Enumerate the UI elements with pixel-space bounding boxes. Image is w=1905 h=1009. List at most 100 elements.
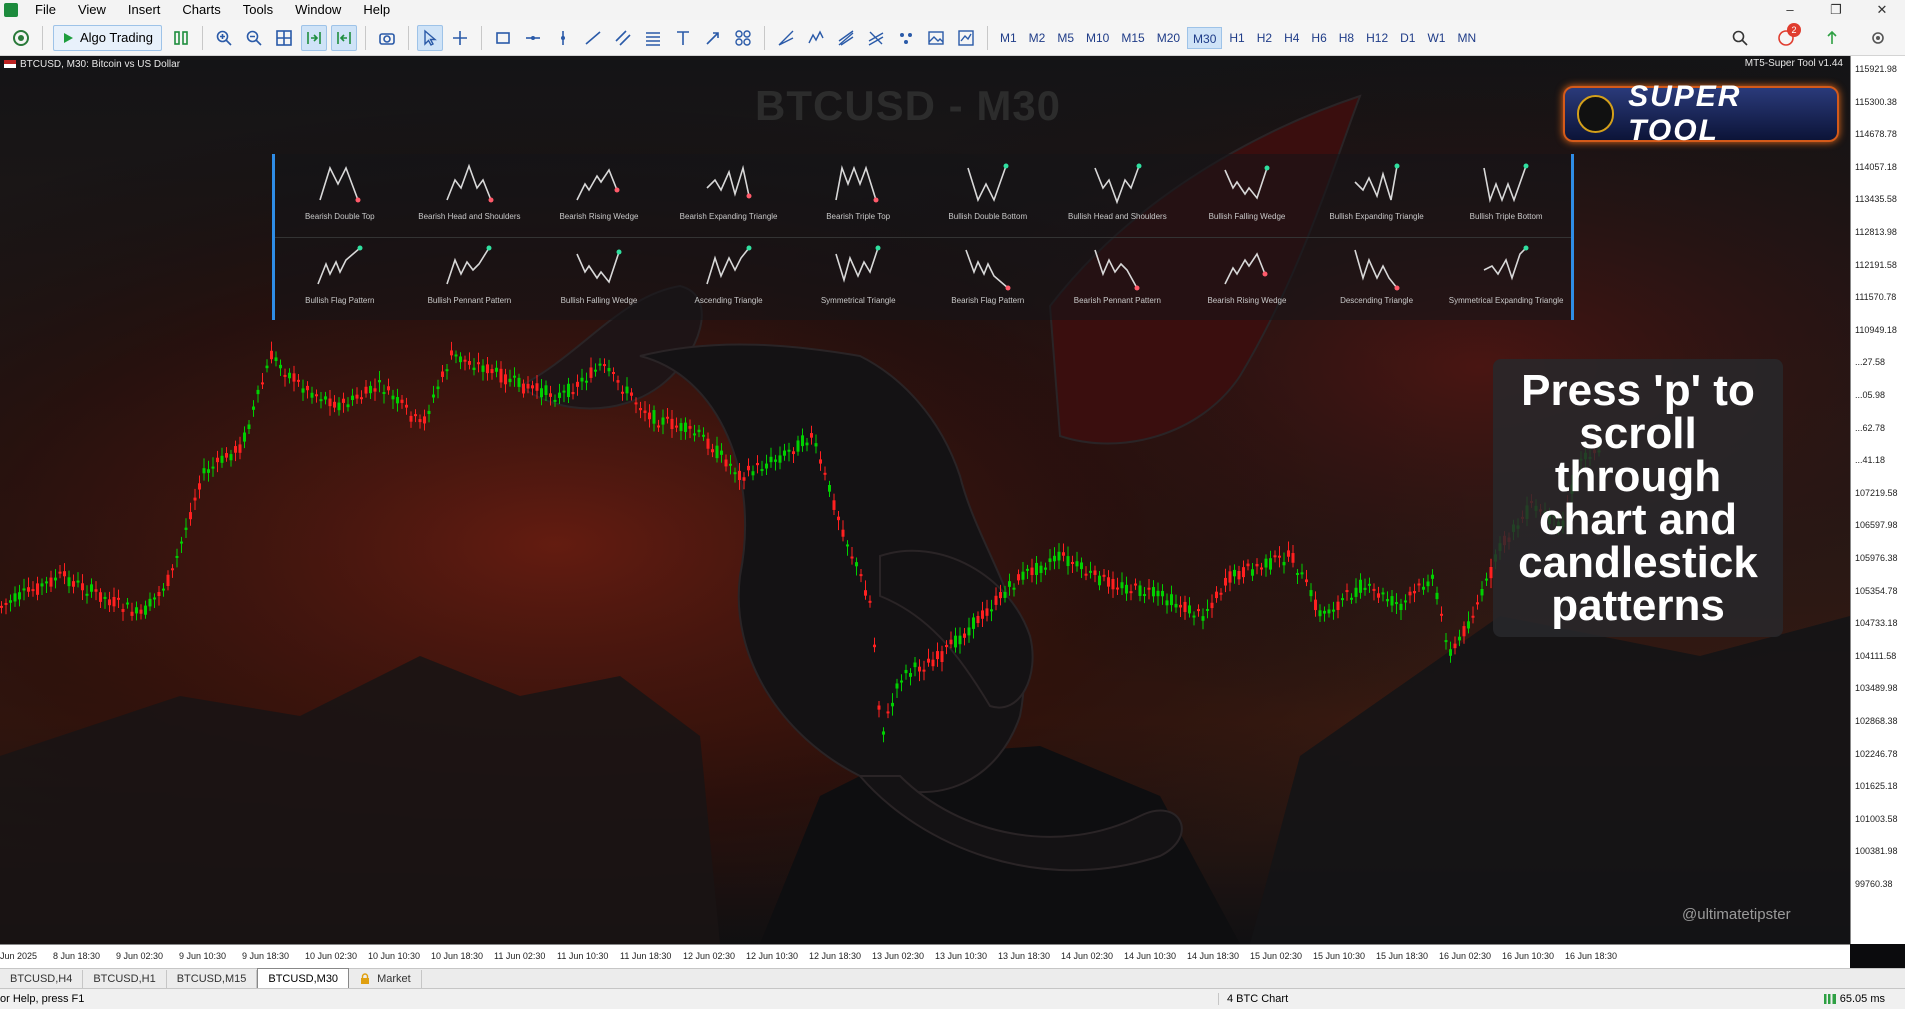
image-tool-icon[interactable] xyxy=(923,25,949,51)
tf-d1[interactable]: D1 xyxy=(1395,27,1420,49)
community-icon[interactable] xyxy=(8,25,34,51)
candle-body xyxy=(1012,587,1016,590)
pattern-expanding-triangle-bull[interactable]: Bullish Expanding Triangle xyxy=(1312,154,1442,236)
pattern-expanding-triangle[interactable]: Bearish Expanding Triangle xyxy=(664,154,794,236)
tf-h8[interactable]: H8 xyxy=(1334,27,1359,49)
tf-m30[interactable]: M30 xyxy=(1187,26,1223,49)
tab-btcusd-m15[interactable]: BTCUSD,M15 xyxy=(167,970,258,988)
tab-btcusd-h1[interactable]: BTCUSD,H1 xyxy=(83,970,167,988)
one-click-trading-icon[interactable] xyxy=(168,25,194,51)
pattern-bull-flag[interactable]: Bullish Flag Pattern xyxy=(275,238,405,320)
price-axis[interactable]: 115921.98 115300.38 114678.78 114057.18 1134… xyxy=(1850,56,1905,944)
time-tick: 12 Jun 10:30 xyxy=(746,951,799,961)
signal-strength-icon[interactable] xyxy=(1819,25,1845,51)
tf-m5[interactable]: M5 xyxy=(1052,27,1079,49)
candle-body xyxy=(1071,561,1074,564)
zoom-in-icon[interactable] xyxy=(211,25,237,51)
pattern-double-bottom[interactable]: Bullish Double Bottom xyxy=(923,154,1053,236)
pattern-ascending-triangle[interactable]: Ascending Triangle xyxy=(664,238,794,320)
pattern-sym-expanding[interactable]: Symmetrical Expanding Triangle xyxy=(1441,238,1571,320)
tile-windows-icon[interactable] xyxy=(271,25,297,51)
notifications-icon[interactable]: 2 xyxy=(1773,23,1801,51)
zoom-out-icon[interactable] xyxy=(241,25,267,51)
tf-m20[interactable]: M20 xyxy=(1152,27,1185,49)
pattern-rising-wedge[interactable]: Bearish Rising Wedge xyxy=(1182,238,1312,320)
menu-window[interactable]: Window xyxy=(284,0,352,20)
horizontal-line-icon[interactable] xyxy=(520,25,546,51)
candle-body xyxy=(1368,583,1371,586)
menu-insert[interactable]: Insert xyxy=(117,0,172,20)
pattern-triple-bottom[interactable]: Bullish Triple Bottom xyxy=(1441,154,1571,236)
chart-window[interactable]: BTCUSD, M30: Bitcoin vs US Dollar MT5-Su… xyxy=(0,56,1905,968)
channel-icon[interactable] xyxy=(610,25,636,51)
tf-m1[interactable]: M1 xyxy=(995,27,1022,49)
objects-list-icon[interactable] xyxy=(893,25,919,51)
candle-body xyxy=(234,446,237,453)
time-tick: 11 Jun 02:30 xyxy=(494,951,546,961)
pattern-symmetrical-triangle[interactable]: Symmetrical Triangle xyxy=(793,238,923,320)
minimize-icon[interactable]: – xyxy=(1767,0,1813,20)
tab-btcusd-h4[interactable]: BTCUSD,H4 xyxy=(0,970,84,988)
rectangle-tool-icon[interactable] xyxy=(490,25,516,51)
price-tick: 104733.18 xyxy=(1855,618,1898,629)
menu-charts[interactable]: Charts xyxy=(171,0,231,20)
auto-scroll-icon[interactable] xyxy=(331,24,357,51)
pattern-falling-wedge[interactable]: Bullish Falling Wedge xyxy=(534,238,664,320)
menu-file[interactable]: File xyxy=(24,0,67,20)
gann-line-icon[interactable] xyxy=(773,25,799,51)
tf-h6[interactable]: H6 xyxy=(1306,27,1331,49)
menu-tools[interactable]: Tools xyxy=(232,0,284,20)
regression-channel-icon[interactable] xyxy=(863,25,889,51)
tf-m10[interactable]: M10 xyxy=(1081,27,1114,49)
tf-h1[interactable]: H1 xyxy=(1224,27,1249,49)
indicators-icon[interactable] xyxy=(953,25,979,51)
tf-m2[interactable]: M2 xyxy=(1024,27,1051,49)
pattern-head-shoulders[interactable]: Bearish Head and Shoulders xyxy=(405,154,535,236)
tf-h4[interactable]: H4 xyxy=(1279,27,1304,49)
tf-mn[interactable]: MN xyxy=(1452,27,1481,49)
arrow-tool-icon[interactable] xyxy=(700,25,726,51)
candle-body xyxy=(949,639,953,645)
candle-body xyxy=(1120,582,1124,589)
pattern-double-top-icon xyxy=(319,165,361,203)
restore-icon[interactable]: ❐ xyxy=(1813,0,1859,20)
cursor-icon[interactable] xyxy=(417,24,443,51)
pattern-inv-head-shoulders[interactable]: Bullish Head and Shoulders xyxy=(1053,154,1183,236)
algo-trading-button[interactable]: Algo Trading xyxy=(53,24,162,51)
pattern-bear-pennant[interactable]: Bearish Pennant Pattern xyxy=(1053,238,1183,320)
pattern-rising-wedge[interactable]: Bearish Rising Wedge xyxy=(534,154,664,236)
candle-body xyxy=(495,367,498,372)
tab-btcusd-m30[interactable]: BTCUSD,M30 xyxy=(257,968,350,988)
menu-help[interactable]: Help xyxy=(352,0,401,20)
time-axis[interactable]: Jun 2025 8 Jun 18:30 9 Jun 02:30 9 Jun 10:3… xyxy=(0,944,1850,968)
pattern-triple-top[interactable]: Bearish Triple Top xyxy=(793,154,923,236)
candle-body xyxy=(940,651,944,662)
tf-h12[interactable]: H12 xyxy=(1361,27,1393,49)
screenshot-icon[interactable] xyxy=(374,25,400,51)
close-icon[interactable]: ✕ xyxy=(1859,0,1905,20)
elliott-wave-icon[interactable] xyxy=(803,25,829,51)
tf-h2[interactable]: H2 xyxy=(1252,27,1277,49)
pattern-double-top[interactable]: Bearish Double Top xyxy=(275,154,405,236)
tf-m15[interactable]: M15 xyxy=(1116,27,1149,49)
tab-market[interactable]: Market xyxy=(349,970,422,988)
pattern-bull-pennant[interactable]: Bullish Pennant Pattern xyxy=(405,238,535,320)
chart-shift-icon[interactable] xyxy=(301,24,327,51)
candle-body xyxy=(229,454,233,461)
menu-view[interactable]: View xyxy=(67,0,117,20)
candle-body xyxy=(396,397,399,404)
search-icon[interactable] xyxy=(1727,25,1753,51)
crosshair-icon[interactable] xyxy=(447,25,473,51)
text-tool-icon[interactable] xyxy=(670,25,696,51)
pattern-bear-flag[interactable]: Bearish Flag Pattern xyxy=(923,238,1053,320)
pitchfork-icon[interactable] xyxy=(833,25,859,51)
pattern-falling-wedge[interactable]: Bullish Falling Wedge xyxy=(1182,154,1312,236)
settings-icon[interactable] xyxy=(1865,25,1891,51)
pattern-descending-triangle[interactable]: Descending Triangle xyxy=(1312,238,1442,320)
vertical-line-icon[interactable] xyxy=(550,25,576,51)
trendline-icon[interactable] xyxy=(580,25,606,51)
price-tick: 113435.58 xyxy=(1855,194,1897,205)
tf-w1[interactable]: W1 xyxy=(1422,27,1450,49)
fibonacci-icon[interactable] xyxy=(640,25,666,51)
shapes-menu-icon[interactable] xyxy=(730,25,756,51)
